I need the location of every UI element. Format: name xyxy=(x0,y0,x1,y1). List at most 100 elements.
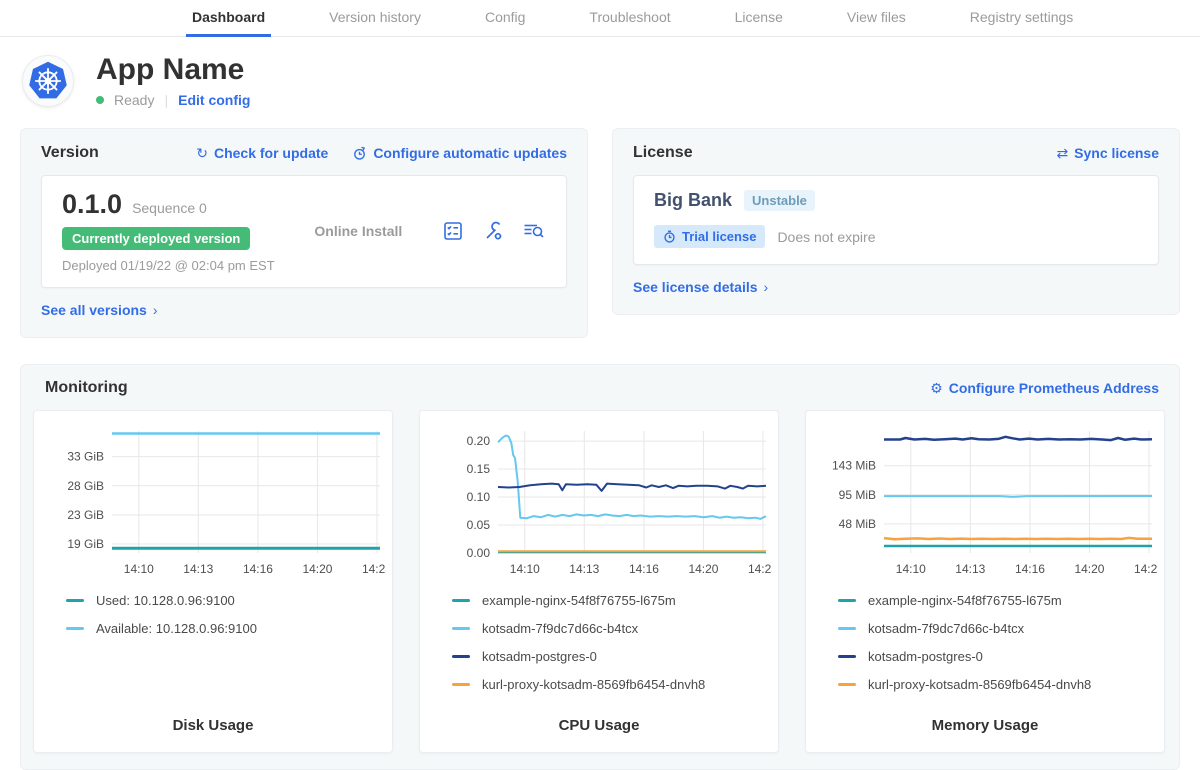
series-line xyxy=(884,496,1152,497)
x-axis-tick-label: 14:16 xyxy=(243,562,273,576)
preflight-checks-button[interactable] xyxy=(442,220,464,242)
status-text: Ready xyxy=(114,92,154,108)
see-license-details-link[interactable]: See license details › xyxy=(633,279,768,295)
y-axis-tick-label: 23 GiB xyxy=(67,508,104,522)
tab-license[interactable]: License xyxy=(729,0,789,37)
legend-dash-icon xyxy=(66,627,84,630)
y-axis-tick-label: 19 GiB xyxy=(67,537,104,551)
memory-usage-chart[interactable]: 14:10 14:13 14:16 14:20 14:23 48 MiB 95 MiB 143… xyxy=(814,421,1158,581)
view-diff-button[interactable] xyxy=(522,220,546,242)
chevron-right-icon: › xyxy=(153,302,158,318)
wrench-gear-icon xyxy=(482,230,504,245)
legend-item: kurl-proxy-kotsadm-8569fb6454-dnvh8 xyxy=(838,677,1156,692)
deployed-timestamp: Deployed 01/19/22 @ 02:04 pm EST xyxy=(62,258,275,273)
legend-item: kurl-proxy-kotsadm-8569fb6454-dnvh8 xyxy=(452,677,770,692)
license-card: Big Bank Unstable Trial license xyxy=(633,175,1159,265)
license-expiry: Does not expire xyxy=(777,229,875,245)
app-title-block: App Name Ready | Edit config xyxy=(96,53,250,108)
x-axis-tick-label: 14:20 xyxy=(1074,562,1104,576)
legend-item: Used: 10.128.0.96:9100 xyxy=(66,593,384,608)
x-axis-tick-label: 14:23 xyxy=(1134,562,1158,576)
configure-prometheus-link[interactable]: ⚙ Configure Prometheus Address xyxy=(930,380,1159,397)
check-for-update-link[interactable]: ↻ Check for update xyxy=(196,145,328,162)
series-line xyxy=(884,437,1152,440)
x-axis-tick-label: 14:16 xyxy=(1015,562,1045,576)
legend-item: kotsadm-7f9dc7d66c-b4tcx xyxy=(838,621,1156,636)
legend-item: kotsadm-postgres-0 xyxy=(838,649,1156,664)
schedule-clock-icon xyxy=(352,146,367,161)
x-axis-tick-label: 14:13 xyxy=(183,562,213,576)
legend-dash-icon xyxy=(838,599,856,602)
y-axis-tick-label: 0.10 xyxy=(467,490,491,504)
y-axis-tick-label: 0.05 xyxy=(467,518,491,532)
x-axis-tick-label: 14:23 xyxy=(362,562,386,576)
series-line xyxy=(884,538,1152,539)
legend-label: Available: 10.128.0.96:9100 xyxy=(96,621,257,636)
y-axis-tick-label: 0.20 xyxy=(467,434,491,448)
y-axis-tick-label: 48 MiB xyxy=(839,517,876,531)
app-header: App Name Ready | Edit config xyxy=(20,53,1180,108)
y-axis-tick-label: 143 MiB xyxy=(832,459,876,473)
monitoring-title: Monitoring xyxy=(45,379,128,397)
see-all-versions-link[interactable]: See all versions › xyxy=(41,302,158,318)
legend-dash-icon xyxy=(838,627,856,630)
sync-license-link[interactable]: ⇄ Sync license xyxy=(1056,145,1159,162)
legend-dash-icon xyxy=(452,599,470,602)
top-navigation: Dashboard Version history Config Trouble… xyxy=(0,0,1200,37)
chevron-right-icon: › xyxy=(764,279,769,295)
channel-badge: Unstable xyxy=(744,190,815,211)
edit-config-version-button[interactable] xyxy=(482,220,504,242)
charts-row: 14:1014:1314:1614:2014:2319 GiB23 GiB28 … xyxy=(33,410,1167,753)
preflight-checklist-icon xyxy=(442,230,464,245)
series-line xyxy=(498,436,766,519)
legend-item: kotsadm-postgres-0 xyxy=(452,649,770,664)
tab-view-files[interactable]: View files xyxy=(841,0,912,37)
sync-icon: ⇄ xyxy=(1056,145,1068,162)
chart-title: CPU Usage xyxy=(428,703,770,734)
configure-automatic-updates-link[interactable]: Configure automatic updates xyxy=(352,145,567,162)
legend-dash-icon xyxy=(66,599,84,602)
current-version-card: 0.1.0 Sequence 0 Currently deployed vers… xyxy=(41,175,567,288)
cpu-usage-chart-card: 14:1014:1314:1614:2014:230.000.050.100.1… xyxy=(419,410,779,753)
legend-label: kurl-proxy-kotsadm-8569fb6454-dnvh8 xyxy=(868,677,1091,692)
memory-usage-legend: example-nginx-54f8f76755-l675m kotsadm-7f… xyxy=(814,581,1156,692)
memory-usage-chart-card: 14:10 14:13 14:16 14:20 14:23 48 MiB 95 MiB 143… xyxy=(805,410,1165,753)
diff-search-icon xyxy=(522,230,546,245)
legend-label: example-nginx-54f8f76755-l675m xyxy=(868,593,1062,608)
legend-dash-icon xyxy=(452,655,470,658)
status-dot xyxy=(96,96,104,104)
app-name: App Name xyxy=(96,53,250,86)
x-axis-tick-label: 14:13 xyxy=(955,562,985,576)
legend-label: Used: 10.128.0.96:9100 xyxy=(96,593,235,608)
legend-dash-icon xyxy=(838,655,856,658)
x-axis-tick-label: 14:23 xyxy=(748,562,772,576)
version-sequence: Sequence 0 xyxy=(132,200,207,216)
summary-row: Version ↻ Check for update xyxy=(20,128,1180,338)
license-panel: License ⇄ Sync license Big Bank Unstable xyxy=(612,128,1180,315)
cpu-usage-chart[interactable]: 14:1014:1314:1614:2014:230.000.050.100.1… xyxy=(428,421,772,581)
disk-usage-legend: Used: 10.128.0.96:9100 Available: 10.128.… xyxy=(42,581,384,636)
x-axis-tick-label: 14:20 xyxy=(688,562,718,576)
tab-troubleshoot[interactable]: Troubleshoot xyxy=(583,0,676,37)
trial-license-badge: Trial license xyxy=(654,225,765,248)
legend-label: example-nginx-54f8f76755-l675m xyxy=(482,593,676,608)
version-panel: Version ↻ Check for update xyxy=(20,128,588,338)
x-axis-tick-label: 14:10 xyxy=(896,562,926,576)
divider: | xyxy=(164,92,168,108)
y-axis-tick-label: 0.00 xyxy=(467,546,491,560)
legend-label: kotsadm-7f9dc7d66c-b4tcx xyxy=(482,621,638,636)
legend-item: example-nginx-54f8f76755-l675m xyxy=(838,593,1156,608)
legend-dash-icon xyxy=(452,627,470,630)
y-axis-tick-label: 95 MiB xyxy=(839,488,876,502)
tab-version-history[interactable]: Version history xyxy=(323,0,427,37)
tab-config[interactable]: Config xyxy=(479,0,531,37)
x-axis-tick-label: 14:16 xyxy=(629,562,659,576)
x-axis-tick-label: 14:20 xyxy=(302,562,332,576)
disk-usage-chart[interactable]: 14:1014:1314:1614:2014:2319 GiB23 GiB28 … xyxy=(42,421,386,581)
tab-registry-settings[interactable]: Registry settings xyxy=(964,0,1079,37)
y-axis-tick-label: 33 GiB xyxy=(67,450,104,464)
tab-dashboard[interactable]: Dashboard xyxy=(186,0,271,37)
edit-config-link[interactable]: Edit config xyxy=(178,92,250,108)
version-info: 0.1.0 Sequence 0 Currently deployed vers… xyxy=(62,189,275,273)
gear-icon: ⚙ xyxy=(930,380,943,397)
